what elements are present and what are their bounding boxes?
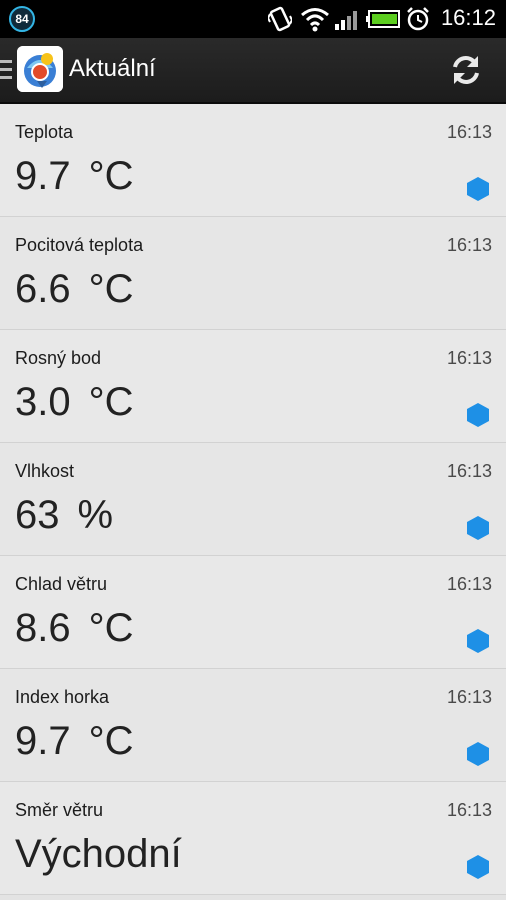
- list-item[interactable]: Index horka 16:13 9.7 °C: [0, 669, 506, 782]
- reading-value: 9.7 °C: [15, 719, 134, 764]
- reading-time: 16:13: [446, 235, 492, 255]
- list-item[interactable]: Rosný bod 16:13 3.0 °C: [0, 330, 506, 443]
- reading-number: 9.7: [15, 719, 71, 763]
- reading-unit: °C: [88, 606, 134, 650]
- alarm-icon: [407, 7, 429, 31]
- reading-number: Východní: [15, 832, 182, 876]
- list-item[interactable]: Vlhkost 16:13 63%: [0, 443, 506, 556]
- reading-value: 63%: [15, 493, 113, 538]
- reading-value: 6.6 °C: [15, 267, 134, 312]
- list-item[interactable]: Chlad větru 16:13 8.6 °C: [0, 556, 506, 669]
- reading-unit: °C: [88, 719, 134, 763]
- reading-time: 16:13: [446, 800, 492, 820]
- notification-count-badge: 84: [9, 6, 35, 32]
- list-item[interactable]: Teplota 16:13 9.7 °C: [0, 104, 506, 217]
- hexagon-indicator-icon: [467, 516, 489, 540]
- reading-time: 16:13: [446, 348, 492, 368]
- clock: 16:12: [440, 5, 496, 30]
- refresh-button[interactable]: [444, 50, 488, 90]
- reading-label: Index horka: [15, 687, 110, 707]
- wifi-icon: [301, 8, 329, 32]
- reading-number: 6.6: [15, 267, 71, 311]
- vibrate-icon: [268, 6, 292, 32]
- reading-value: Východní: [15, 832, 182, 877]
- hexagon-indicator-icon: [467, 742, 489, 766]
- hexagon-indicator-icon: [467, 855, 489, 879]
- reading-label: Rosný bod: [15, 348, 102, 368]
- readings-list: Teplota 16:13 9.7 °C Pocitová teplota 16:…: [0, 104, 506, 895]
- reading-number: 8.6: [15, 606, 71, 650]
- reading-label: Vlhkost: [15, 461, 75, 481]
- reading-number: 9.7: [15, 154, 71, 198]
- reading-value: 9.7 °C: [15, 154, 134, 199]
- reading-time: 16:13: [446, 122, 492, 142]
- reading-unit: %: [77, 493, 114, 537]
- signal-icon: [335, 11, 357, 30]
- reading-label: Chlad větru: [15, 574, 108, 594]
- reading-unit: °C: [88, 154, 134, 198]
- reading-number: 3.0: [15, 380, 71, 424]
- battery-icon: [366, 10, 400, 28]
- reading-label: Pocitová teplota: [15, 235, 144, 255]
- hexagon-indicator-icon: [467, 629, 489, 653]
- action-bar: Aktuální: [0, 38, 506, 104]
- reading-time: 16:13: [446, 461, 492, 481]
- reading-value: 8.6 °C: [15, 606, 134, 651]
- reading-label: Teplota: [15, 122, 74, 142]
- app-logo-icon[interactable]: [17, 46, 63, 92]
- reading-value: 3.0 °C: [15, 380, 134, 425]
- reading-label: Směr větru: [15, 800, 104, 820]
- hexagon-indicator-icon: [467, 177, 489, 201]
- page-title: Aktuální: [69, 55, 156, 82]
- reading-time: 16:13: [446, 687, 492, 707]
- list-item[interactable]: Pocitová teplota 16:13 6.6 °C: [0, 217, 506, 330]
- status-bar: 84 16:12: [0, 0, 506, 38]
- drawer-icon[interactable]: [0, 60, 12, 80]
- reading-time: 16:13: [446, 574, 492, 594]
- list-item[interactable]: Směr větru 16:13 Východní: [0, 782, 506, 895]
- reading-number: 63: [15, 493, 60, 537]
- hexagon-indicator-icon: [467, 403, 489, 427]
- refresh-icon: [453, 56, 479, 84]
- reading-unit: °C: [88, 380, 134, 424]
- reading-unit: °C: [88, 267, 134, 311]
